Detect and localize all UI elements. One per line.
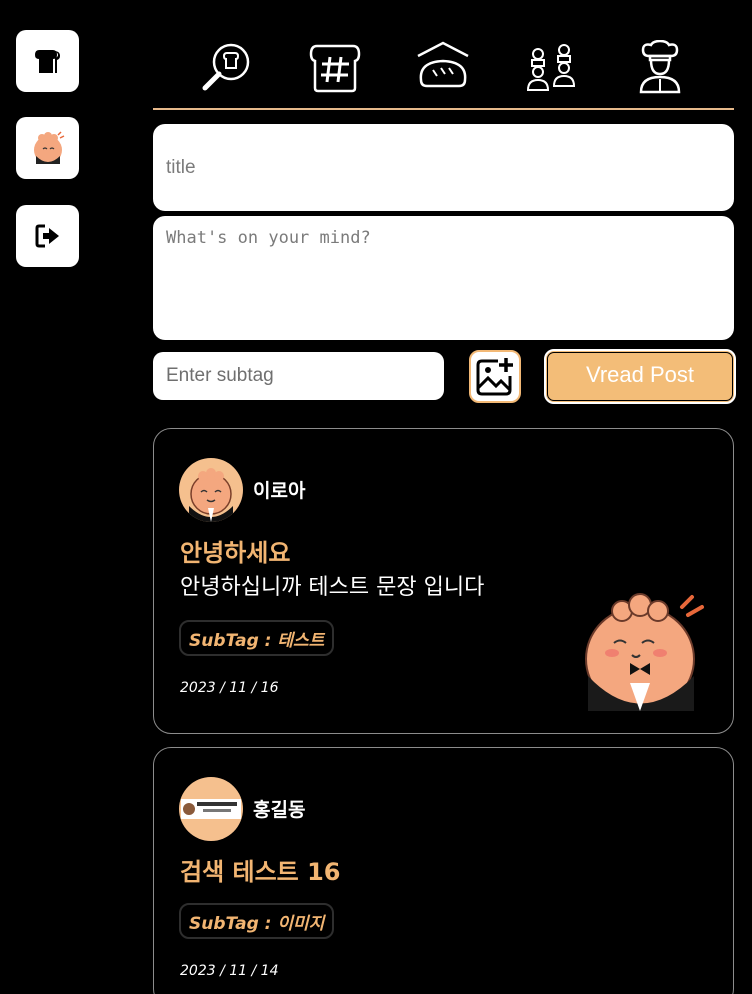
post-title: 검색 테스트 16 xyxy=(180,858,341,886)
sidebar-home-button[interactable] xyxy=(16,30,79,92)
subtag-badge[interactable]: SubTag : 테스트 xyxy=(179,620,335,656)
sidebar-profile-button[interactable] xyxy=(16,117,79,179)
chef-icon xyxy=(639,40,681,94)
post-date: 2023 / 11 / 14 xyxy=(180,963,279,979)
post-text: 안녕하십니까 테스트 문장 입니다 xyxy=(180,575,485,600)
avatar-bread-icon xyxy=(33,131,64,164)
search-bread-icon xyxy=(202,43,250,91)
hashtag-bread-icon xyxy=(310,44,361,93)
nav-bread[interactable] xyxy=(413,38,473,98)
post-body-input[interactable] xyxy=(153,216,734,340)
subtag-input[interactable] xyxy=(153,352,444,400)
bread-icon xyxy=(34,50,60,73)
nav-chefs[interactable] xyxy=(522,38,582,98)
vread-post-button[interactable]: Vread Post xyxy=(544,349,736,404)
post-title-input[interactable] xyxy=(153,124,734,211)
post-card[interactable]: 이로아 안녕하세요 안녕하십니까 테스트 문장 입니다 SubTag : 테스트… xyxy=(153,428,734,734)
avatar xyxy=(179,777,243,841)
logout-icon xyxy=(35,224,59,248)
post-card[interactable]: 홍길동 검색 테스트 16 SubTag : 이미지 2023 / 11 / 1… xyxy=(153,747,734,994)
chefs-group-icon xyxy=(526,44,575,91)
add-image-icon xyxy=(476,357,513,395)
nav-search[interactable] xyxy=(197,38,257,98)
sidebar-logout-button[interactable] xyxy=(16,205,79,267)
post-author: 홍길동 xyxy=(253,799,306,821)
avatar xyxy=(179,458,243,522)
nav-divider xyxy=(153,108,734,110)
post-image xyxy=(578,581,712,712)
nav-hashtag[interactable] xyxy=(305,38,365,98)
bread-loaf-icon xyxy=(417,41,470,88)
post-title: 안녕하세요 xyxy=(180,539,291,567)
subtag-badge[interactable]: SubTag : 이미지 xyxy=(179,903,335,939)
post-author: 이로아 xyxy=(253,480,306,502)
post-date: 2023 / 11 / 16 xyxy=(180,680,279,696)
nav-chef[interactable] xyxy=(630,38,690,98)
top-navigation xyxy=(153,28,734,108)
add-image-button[interactable] xyxy=(469,350,521,403)
